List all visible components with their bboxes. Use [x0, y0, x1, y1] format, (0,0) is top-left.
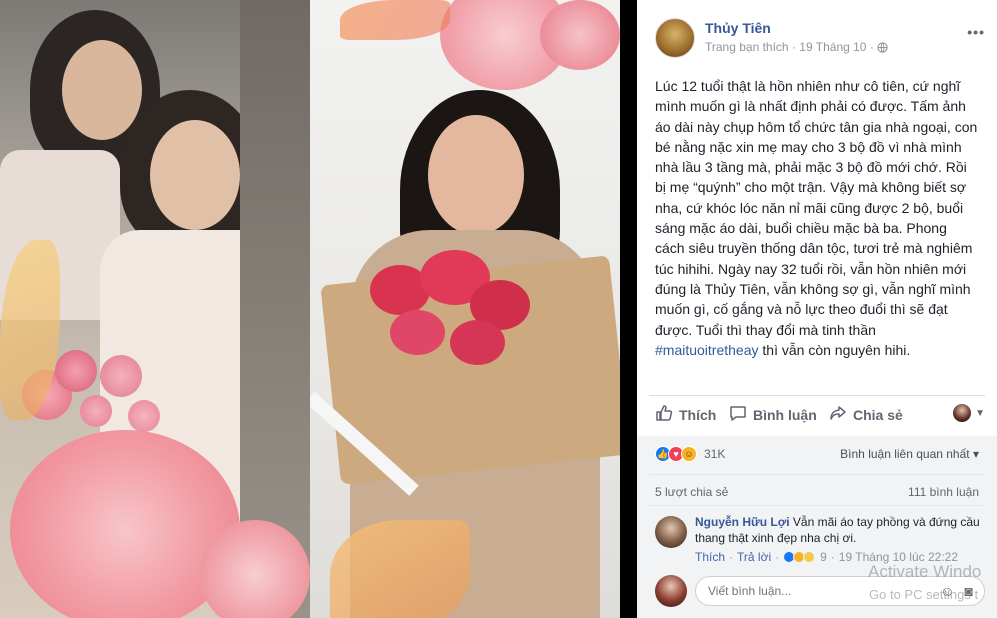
- comment-like-link[interactable]: Thích: [695, 550, 725, 564]
- comment-button[interactable]: Bình luận: [729, 404, 817, 425]
- current-user-avatar: [655, 575, 687, 607]
- more-options-button[interactable]: •••: [967, 24, 985, 40]
- like-button[interactable]: Thích: [655, 404, 716, 425]
- commenter-avatar[interactable]: [655, 516, 687, 548]
- avatar: [953, 404, 972, 422]
- sort-label: Bình luận liên quan nhất: [840, 447, 970, 461]
- comment-sort-dropdown[interactable]: Bình luận liên quan nhất ▾: [840, 447, 979, 461]
- separator: ·: [830, 550, 835, 564]
- post-line: nha, cứ khóc lóc năn nỉ mãi cũng được 2 …: [655, 199, 964, 216]
- post-line: nhà lầu 3 tầng mà, phải mặc 3 bộ đồ mới …: [655, 159, 967, 176]
- post-meta: Trang bạn thích · 19 Tháng 10 ·: [705, 40, 888, 56]
- like-label: Thích: [679, 406, 717, 423]
- reaction-count: 31K: [704, 447, 726, 461]
- author-avatar[interactable]: [655, 18, 695, 58]
- react-as-selector[interactable]: ▼: [953, 404, 985, 422]
- share-arrow-icon: [829, 404, 847, 425]
- comment-body: Nguyễn Hữu Lợi Vẫn mãi áo tay phồng và đ…: [695, 514, 985, 546]
- thumbs-up-icon: [655, 404, 673, 425]
- divider: [649, 395, 985, 396]
- separator: ·: [729, 550, 734, 564]
- post-line: cách siêu truyền thống dân tộc, tươi trẻ…: [655, 240, 973, 257]
- chevron-down-icon: ▾: [972, 447, 979, 461]
- post-line: túc hihihi. Ngày nay 32 tuổi rồi, vẫn hồ…: [655, 260, 967, 277]
- divider: [649, 505, 985, 506]
- post-panel: Thủy Tiên Trang bạn thích · 19 Tháng 10 …: [637, 0, 997, 618]
- meta-separator: ·: [791, 40, 796, 54]
- post-date[interactable]: 19 Tháng 10: [799, 40, 866, 54]
- commenter-name[interactable]: Nguyễn Hữu Lợi: [695, 515, 790, 529]
- post-line: mình muốn gì là nhất định phải có được. …: [655, 98, 966, 115]
- author-name[interactable]: Thủy Tiên: [705, 20, 771, 36]
- meta-separator: ·: [869, 40, 874, 54]
- vintage-photo: [0, 0, 310, 618]
- post-line: bé nằng nặc xin mẹ may cho 3 bộ đồ vì nh…: [655, 138, 962, 155]
- post-line: áo dài này chụp hôm tổ chức tân gia nhà …: [655, 118, 978, 135]
- post-text: Lúc 12 tuổi thật là hồn nhiên như cô tiê…: [655, 76, 985, 360]
- post-line: đúng là Thủy Tiên, vẫn không sợ gì, vẫn …: [655, 280, 971, 297]
- post-line-tail: thì vẫn còn nguyên hihi.: [758, 341, 911, 358]
- chevron-down-icon: ▼: [975, 407, 985, 419]
- post-line: muốn gì, cố gắng và nỗ lực theo đuổi thì…: [655, 301, 948, 318]
- comment-reaction-count: 9: [820, 550, 827, 564]
- activation-watermark-subtitle: Go to PC settings t: [869, 587, 979, 602]
- photo-viewer[interactable]: [0, 0, 620, 618]
- separator: ·: [775, 550, 780, 564]
- share-count-link[interactable]: 5 lượt chia sẻ: [655, 485, 728, 499]
- post-line: sáng mặc áo dài, buổi chiều mặc bà ba. P…: [655, 220, 947, 237]
- share-label: Chia sẻ: [853, 406, 903, 423]
- post-line-last: #maituoitretheay thì vẫn còn nguyên hihi…: [655, 340, 985, 360]
- comment-reply-link[interactable]: Trả lời: [737, 550, 771, 564]
- post-line: được. Tuổi thì thay đổi mà tinh thần: [655, 321, 876, 338]
- comment-reactions[interactable]: [783, 551, 816, 563]
- activation-watermark-title: Activate Windo: [868, 562, 982, 581]
- speech-bubble-icon: [729, 404, 747, 425]
- comment-count-link[interactable]: 111 bình luận: [908, 485, 979, 499]
- modern-photo: [310, 0, 620, 618]
- hashtag-link[interactable]: #maituoitretheay: [655, 342, 759, 358]
- share-button[interactable]: Chia sẻ: [829, 404, 903, 425]
- wow-reaction-icon: [803, 551, 816, 563]
- meta-source: Trang bạn thích: [705, 40, 789, 54]
- divider: [649, 474, 985, 475]
- reaction-summary[interactable]: 👍 ♥ ☺ 31K: [655, 446, 725, 462]
- action-bar: Thích Bình luận Chia sẻ ▼: [655, 398, 985, 430]
- post-line: Lúc 12 tuổi thật là hồn nhiên như cô tiê…: [655, 78, 961, 94]
- post-line: bị mẹ “quýnh” cho một trận. Vậy mà không…: [655, 179, 967, 196]
- globe-icon: [877, 42, 888, 56]
- haha-reaction-icon: ☺: [681, 446, 697, 462]
- post-header: Thủy Tiên Trang bạn thích · 19 Tháng 10 …: [655, 18, 985, 58]
- comment-label: Bình luận: [753, 406, 817, 423]
